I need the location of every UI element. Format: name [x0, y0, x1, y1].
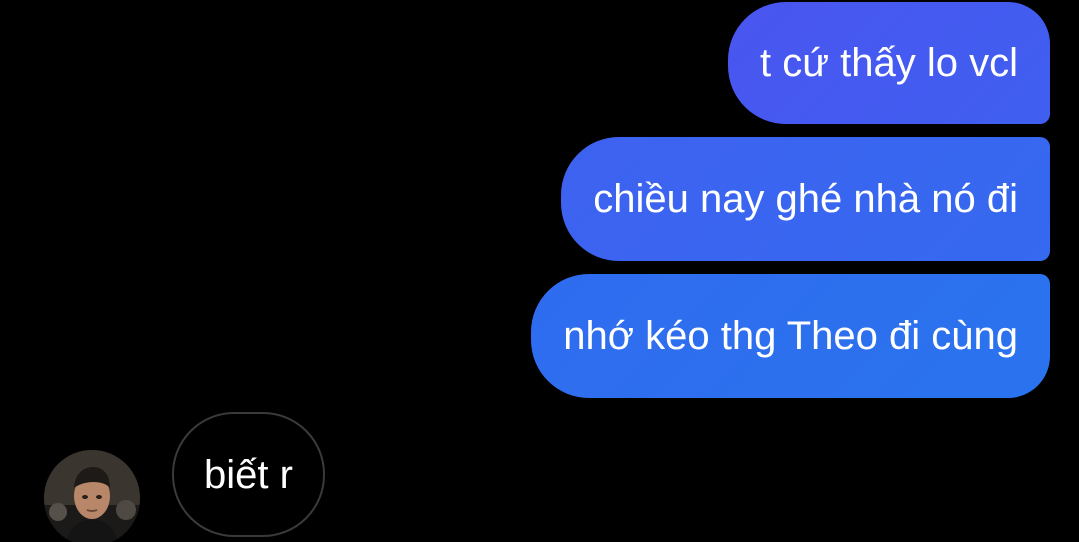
outgoing-message[interactable]: t cứ thấy lo vcl: [728, 2, 1050, 124]
chat-thread: t cứ thấy lo vcl chiều nay ghé nhà nó đi…: [0, 0, 1079, 542]
avatar-photo-icon: [44, 450, 140, 542]
incoming-message[interactable]: biết r: [172, 412, 325, 537]
contact-avatar[interactable]: [44, 450, 140, 542]
outgoing-message[interactable]: nhớ kéo thg Theo đi cùng: [531, 274, 1050, 398]
outgoing-message[interactable]: chiều nay ghé nhà nó đi: [561, 137, 1050, 261]
message-text: t cứ thấy lo vcl: [760, 41, 1018, 85]
message-text: biết r: [204, 452, 293, 497]
message-text: chiều nay ghé nhà nó đi: [593, 177, 1018, 221]
message-text: nhớ kéo thg Theo đi cùng: [563, 314, 1018, 358]
